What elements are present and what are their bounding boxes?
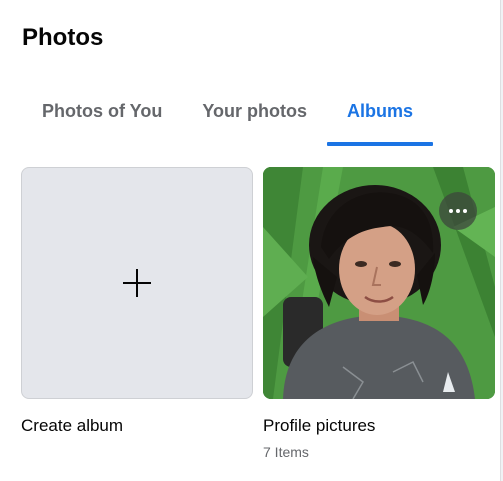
album-options-button[interactable] <box>439 192 477 230</box>
plus-icon <box>123 269 151 297</box>
tab-photos-of-you[interactable]: Photos of You <box>22 92 182 146</box>
create-album-button[interactable] <box>21 167 253 399</box>
album-cover-profile-pictures[interactable] <box>263 167 495 399</box>
create-album-label[interactable]: Create album <box>21 416 123 436</box>
photos-panel: Photos Photos of You Your photos Albums … <box>0 0 501 481</box>
tab-albums[interactable]: Albums <box>326 92 434 146</box>
album-title[interactable]: Profile pictures <box>263 416 375 436</box>
photos-tabs: Photos of You Your photos Albums <box>22 92 434 148</box>
more-horizontal-icon <box>449 209 453 213</box>
tab-your-photos[interactable]: Your photos <box>182 92 327 146</box>
more-dot <box>463 209 467 213</box>
page-title: Photos <box>22 24 104 51</box>
album-item-count: 7 Items <box>263 444 309 460</box>
more-dot <box>456 209 460 213</box>
